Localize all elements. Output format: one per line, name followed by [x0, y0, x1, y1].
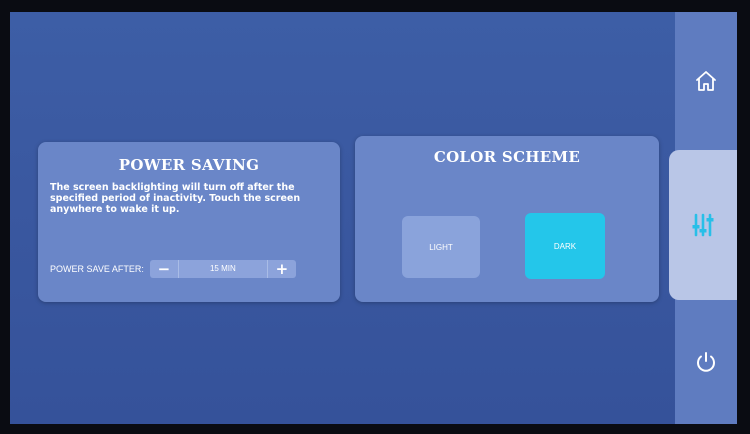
power-saving-panel: POWER SAVING The screen backlighting wil…: [38, 142, 340, 302]
sliders-icon: [692, 213, 714, 237]
power-save-row: POWER SAVE AFTER: − 15 MIN +: [50, 260, 296, 278]
light-scheme-button[interactable]: LIGHT: [402, 216, 480, 278]
power-save-value: 15 MIN: [177, 260, 268, 278]
power-save-label: POWER SAVE AFTER:: [50, 264, 144, 274]
increase-button[interactable]: +: [268, 260, 296, 278]
color-scheme-title: COLOR SCHEME: [433, 148, 581, 166]
sidebar: [669, 12, 737, 424]
power-saving-description: The screen backlighting will turn off af…: [50, 182, 301, 215]
touchscreen: POWER SAVING The screen backlighting wil…: [10, 12, 737, 424]
home-icon: [696, 71, 716, 91]
power-button[interactable]: [675, 300, 737, 424]
power-save-stepper: − 15 MIN +: [149, 260, 296, 278]
settings-button[interactable]: [669, 150, 737, 300]
home-button[interactable]: [675, 12, 737, 150]
dark-scheme-button[interactable]: DARK: [525, 213, 605, 279]
decrease-button[interactable]: −: [150, 260, 178, 278]
main-area: POWER SAVING The screen backlighting wil…: [10, 12, 675, 424]
color-scheme-panel: COLOR SCHEME LIGHT DARK: [355, 136, 659, 302]
power-icon: [697, 352, 715, 372]
power-saving-title: POWER SAVING: [118, 156, 260, 174]
